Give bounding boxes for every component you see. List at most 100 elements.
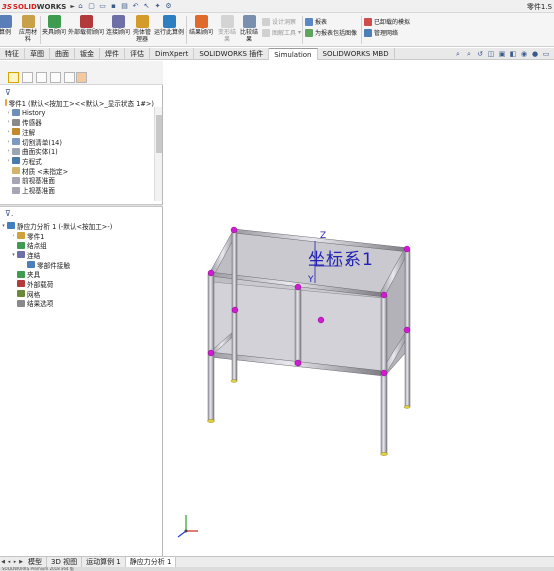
expand-icon[interactable]: › bbox=[5, 110, 12, 116]
section-view-icon[interactable]: ◫ bbox=[487, 50, 495, 59]
results-advisor-button[interactable]: 结果顾问 bbox=[187, 15, 215, 36]
undo-icon[interactable]: ↶ bbox=[131, 1, 140, 11]
offloaded-simulation-button[interactable]: 已卸载的模拟 bbox=[364, 17, 410, 26]
collapse-icon[interactable]: ▾ bbox=[0, 223, 7, 229]
search-icon[interactable]: ⌕ bbox=[454, 50, 462, 59]
study-tree-item[interactable]: 结果选项 bbox=[0, 299, 160, 308]
tree-item[interactable]: › 传感器 bbox=[0, 117, 154, 127]
front-panel-left[interactable] bbox=[211, 281, 299, 364]
tree-item[interactable]: 前视基准面 bbox=[0, 176, 154, 185]
connections-advisor-button[interactable]: 连接顾问 bbox=[105, 15, 131, 36]
bottom-tab[interactable]: 静应力分析 1 bbox=[125, 557, 177, 567]
study-button[interactable]: 算例 bbox=[0, 15, 14, 36]
compare-results-button[interactable]: 比较结果 bbox=[238, 15, 260, 43]
new-icon[interactable]: ▢ bbox=[87, 1, 96, 11]
view-orientation-icon[interactable]: ▣ bbox=[498, 50, 506, 59]
command-tab[interactable]: 焊件 bbox=[100, 48, 125, 60]
dimxpert-manager-tab[interactable] bbox=[50, 72, 61, 83]
scene-icon[interactable]: ▭ bbox=[542, 50, 550, 59]
filter-icon[interactable]: ⊽ bbox=[5, 88, 11, 97]
command-tab[interactable]: 曲面 bbox=[50, 48, 75, 60]
select-icon[interactable]: ↖ bbox=[142, 1, 151, 11]
display-manager-tab[interactable] bbox=[64, 72, 75, 83]
front-panel-right[interactable] bbox=[297, 289, 385, 374]
orientation-triad[interactable] bbox=[177, 515, 198, 538]
tree-item[interactable]: › 注解 bbox=[0, 127, 154, 137]
study-item-label: 结点组 bbox=[27, 242, 47, 251]
expand-icon[interactable]: › bbox=[5, 129, 12, 135]
study-tree-item[interactable]: 外部载荷 bbox=[0, 279, 160, 289]
tree-item[interactable]: › 方程式 bbox=[0, 156, 154, 166]
plot-tools-button[interactable]: 图解工具 ▾ bbox=[262, 28, 301, 37]
command-tab[interactable]: 特征 bbox=[0, 48, 25, 60]
expand-icon[interactable]: › bbox=[5, 139, 12, 145]
zoom-icon[interactable]: ⌕ bbox=[465, 50, 473, 59]
fixtures-advisor-button[interactable]: 夹具顾问 bbox=[41, 15, 67, 36]
rebuild-icon[interactable]: ✦ bbox=[153, 1, 162, 11]
expand-icon[interactable]: › bbox=[5, 119, 12, 125]
command-tab[interactable]: SOLIDWORKS 插件 bbox=[194, 48, 270, 60]
options-icon[interactable]: ⚙ bbox=[164, 1, 173, 11]
save-icon[interactable]: ▪ bbox=[109, 1, 118, 11]
design-insight-label: 设计洞察 bbox=[272, 19, 297, 26]
hide-show-icon[interactable]: ◉ bbox=[520, 50, 528, 59]
document-title: 零件1.S bbox=[526, 3, 552, 11]
model-viewport[interactable] bbox=[164, 61, 554, 556]
feature-manager-tab[interactable] bbox=[8, 72, 19, 83]
command-tab[interactable]: DimXpert bbox=[150, 48, 195, 60]
expand-icon[interactable]: › bbox=[10, 233, 17, 239]
command-tab[interactable]: 钣金 bbox=[75, 48, 100, 60]
graphics-area[interactable]: Z 坐标系1 X Y bbox=[164, 61, 554, 556]
configuration-manager-tab[interactable] bbox=[36, 72, 47, 83]
tree-item[interactable]: › History bbox=[0, 108, 154, 118]
solidworks-logo[interactable]: 3S SOLID WORKS ► bbox=[2, 1, 75, 12]
bottom-tab[interactable]: 3D 视图 bbox=[47, 557, 83, 567]
run-study-button[interactable]: 运行此算例 bbox=[154, 15, 184, 36]
design-insight-button[interactable]: 设计洞察 bbox=[262, 17, 296, 26]
study-tree-item[interactable]: 夹具 bbox=[0, 269, 160, 279]
tree-item[interactable]: 材质 <未指定> bbox=[0, 166, 154, 176]
home-icon[interactable]: ⌂ bbox=[76, 1, 85, 11]
study-tree-item[interactable]: › 零件1 bbox=[0, 231, 160, 241]
tree-item[interactable]: › 切割清单(14) bbox=[0, 137, 154, 147]
panel-splitter[interactable] bbox=[0, 204, 163, 207]
study-root[interactable]: ▾ 静应力分析 1 (-默认<按加工>-) bbox=[0, 221, 160, 231]
expand-icon[interactable]: ▾ bbox=[10, 252, 17, 258]
scroll-thumb[interactable] bbox=[156, 115, 162, 153]
open-icon[interactable]: ▭ bbox=[98, 1, 107, 11]
appearance-tab[interactable] bbox=[76, 72, 87, 83]
command-tab[interactable]: Simulation bbox=[269, 48, 318, 60]
display-style-icon[interactable]: ◧ bbox=[509, 50, 517, 59]
expand-icon[interactable]: › bbox=[5, 158, 12, 164]
print-icon[interactable]: ▤ bbox=[120, 1, 129, 11]
appearance-icon[interactable]: ● bbox=[531, 50, 539, 59]
tree-item[interactable]: › 曲面实体(1) bbox=[0, 146, 154, 156]
bottom-tab[interactable]: 模型 bbox=[24, 557, 47, 567]
expand-icon[interactable]: › bbox=[5, 148, 12, 154]
study-tree-item[interactable]: ▾ 连结 bbox=[0, 250, 160, 260]
study-tree-item[interactable]: 网格 bbox=[0, 289, 160, 299]
axis-x-label: X bbox=[345, 259, 352, 269]
tree-root[interactable]: 零件1 (默认<按加工><<默认>_显示状态 1#>) bbox=[0, 98, 154, 108]
study-item-label: 零部件接触 bbox=[37, 261, 70, 270]
include-image-button[interactable]: 为报表包括图像 bbox=[305, 28, 357, 37]
bottom-tab[interactable]: 运动算例 1 bbox=[82, 557, 126, 567]
command-tab[interactable]: SOLIDWORKS MBD bbox=[318, 48, 395, 60]
previous-view-icon[interactable]: ↺ bbox=[476, 50, 484, 59]
property-manager-tab[interactable] bbox=[22, 72, 33, 83]
manage-network-button[interactable]: 管理网络 bbox=[364, 28, 398, 37]
tree-item[interactable]: 上视基准面 bbox=[0, 185, 154, 194]
command-tab[interactable]: 草图 bbox=[25, 48, 50, 60]
menu-arrow-icon[interactable]: ► bbox=[70, 3, 75, 10]
apply-material-button[interactable]: 应用材料 bbox=[17, 15, 39, 43]
report-button[interactable]: 报表 bbox=[305, 17, 327, 26]
study-tree-item[interactable]: 零部件接触 bbox=[0, 260, 160, 270]
deformed-result-button[interactable]: 变形结果 bbox=[216, 15, 238, 43]
command-tab[interactable]: 评估 bbox=[125, 48, 150, 60]
filter-icon[interactable]: ⊽. bbox=[5, 209, 13, 218]
study-tree-item[interactable]: 结点组 bbox=[0, 240, 160, 250]
external-loads-button[interactable]: 外部载荷顾问 bbox=[67, 15, 105, 36]
coordinate-system-label[interactable]: 坐标系1 bbox=[308, 245, 374, 270]
shell-manager-button[interactable]: 壳体管理器 bbox=[131, 15, 153, 43]
feature-tree-scrollbar[interactable] bbox=[154, 107, 162, 201]
